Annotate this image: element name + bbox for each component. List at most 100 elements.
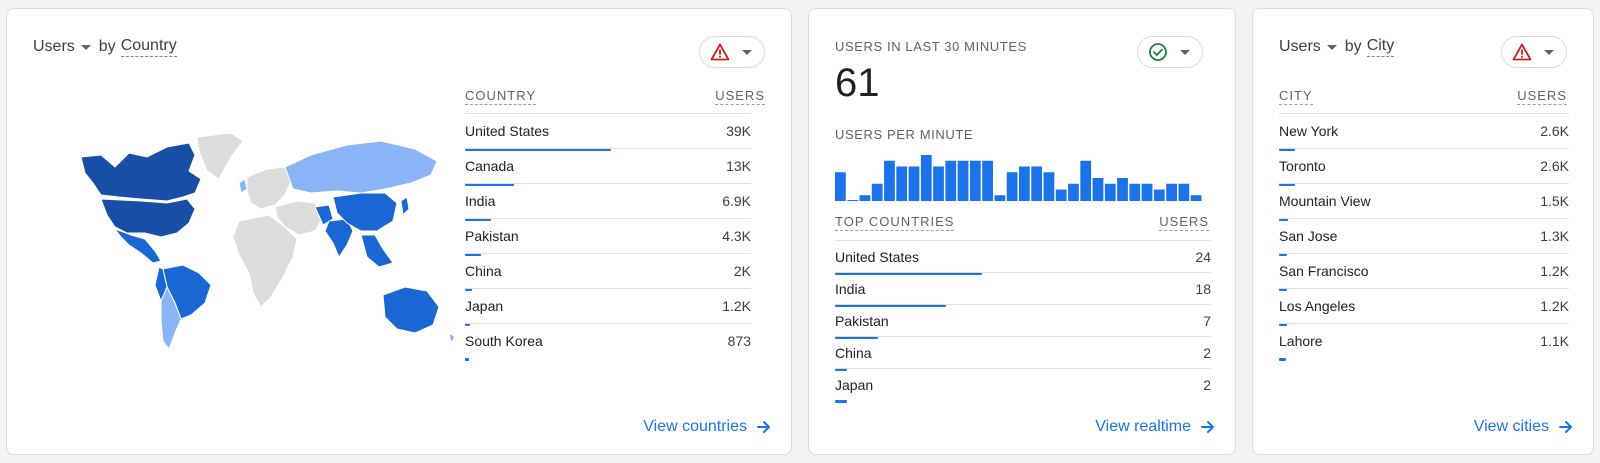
users-by-country-card: Users by Country COUNTRY USERS United St…: [6, 8, 792, 455]
minute-bar[interactable]: [1141, 183, 1153, 201]
column-header-users[interactable]: USERS: [1159, 214, 1209, 231]
column-header-city[interactable]: CITY: [1279, 88, 1313, 105]
caret-down-icon: [80, 44, 91, 50]
minute-bar[interactable]: [1129, 183, 1141, 201]
column-header-top-countries[interactable]: TOP COUNTRIES: [835, 214, 955, 231]
minute-bar[interactable]: [1055, 189, 1067, 202]
row-value: 1.2K: [1540, 263, 1569, 279]
realtime-total: 61: [835, 61, 880, 105]
minute-bar[interactable]: [1092, 178, 1104, 201]
row-label: South Korea: [465, 333, 543, 349]
minute-bar[interactable]: [1104, 183, 1116, 201]
view-cities-link[interactable]: View cities: [1474, 418, 1575, 436]
minute-bar[interactable]: [896, 166, 908, 202]
table-row[interactable]: India 18: [835, 272, 1211, 307]
row-label: United States: [835, 249, 920, 265]
row-label: Toronto: [1279, 158, 1326, 174]
data-quality-status-button[interactable]: [1137, 36, 1203, 68]
row-value: 1.3K: [1540, 228, 1569, 244]
table-row[interactable]: Los Angeles 1.2K: [1279, 288, 1569, 326]
view-countries-link[interactable]: View countries: [643, 418, 773, 436]
row-value: 2.6K: [1540, 123, 1569, 139]
row-label: Japan: [465, 298, 504, 314]
table-row[interactable]: Canada 13K: [465, 148, 751, 186]
minute-bar[interactable]: [933, 166, 944, 202]
card-title: Users by Country: [33, 37, 177, 57]
minute-bar[interactable]: [1031, 166, 1043, 202]
minute-bar[interactable]: [847, 200, 859, 201]
realtime-users-card: USERS IN LAST 30 MINUTES 61 USERS PER MI…: [808, 8, 1236, 455]
table-row[interactable]: San Jose 1.3K: [1279, 218, 1569, 256]
row-label: India: [465, 193, 496, 209]
minute-bar[interactable]: [945, 160, 957, 201]
minute-bar[interactable]: [1117, 178, 1128, 201]
metric-selector[interactable]: Users: [33, 38, 99, 56]
minute-bar[interactable]: [1068, 183, 1079, 201]
row-label: China: [835, 345, 872, 361]
dimension-selector[interactable]: Country: [120, 37, 177, 57]
row-share-bar: [835, 400, 847, 403]
table-row[interactable]: South Korea 873: [465, 323, 751, 361]
table-row[interactable]: New York 2.6K: [1279, 113, 1569, 151]
data-quality-status-button[interactable]: [699, 36, 765, 68]
users-by-city-card: Users by City CITY USERS New York 2.6K Tor…: [1252, 8, 1594, 455]
table-row[interactable]: Lahore 1.1K: [1279, 323, 1569, 361]
row-value: 1.2K: [722, 298, 751, 314]
row-value: 2K: [733, 263, 751, 279]
row-value: 6.9K: [722, 193, 751, 209]
table-row[interactable]: Pakistan 7: [835, 304, 1211, 339]
minute-bar[interactable]: [957, 160, 969, 201]
view-countries-label: View countries: [643, 418, 747, 435]
table-row[interactable]: Pakistan 4.3K: [465, 218, 751, 256]
map-region-europe: [246, 166, 292, 210]
table-row[interactable]: China 2K: [465, 253, 751, 291]
metric-selector[interactable]: Users: [1279, 38, 1345, 56]
chevron-down-icon: [742, 49, 752, 55]
by-label: by: [98, 38, 116, 55]
table-row[interactable]: Japan 2: [835, 368, 1211, 403]
metric-label: Users: [1279, 38, 1321, 55]
minute-bar[interactable]: [884, 160, 895, 201]
row-value: 873: [727, 333, 751, 349]
minute-bar[interactable]: [835, 172, 846, 201]
column-header-users[interactable]: USERS: [1517, 88, 1567, 105]
minute-bar[interactable]: [982, 160, 993, 201]
minute-bar[interactable]: [1006, 172, 1018, 201]
view-realtime-link[interactable]: View realtime: [1095, 418, 1217, 436]
minute-bar[interactable]: [908, 166, 920, 202]
dimension-selector[interactable]: City: [1366, 37, 1395, 57]
column-header-users[interactable]: USERS: [715, 88, 765, 105]
minute-bar[interactable]: [859, 195, 871, 201]
minute-bar[interactable]: [969, 160, 981, 201]
row-value: 13K: [726, 158, 751, 174]
minute-bar[interactable]: [1153, 189, 1165, 202]
minute-bar[interactable]: [920, 155, 932, 201]
row-label: Los Angeles: [1279, 298, 1356, 314]
check-circle-icon: [1149, 43, 1167, 61]
row-label: India: [835, 281, 866, 297]
minute-bar[interactable]: [1178, 183, 1190, 201]
table-row[interactable]: Japan 1.2K: [465, 288, 751, 326]
table-row[interactable]: United States 39K: [465, 113, 751, 151]
map-region-new-zealand: [448, 331, 456, 345]
world-map[interactable]: [71, 127, 461, 357]
users-per-minute-chart[interactable]: [835, 153, 1203, 201]
minute-bar[interactable]: [871, 183, 883, 201]
minute-bar[interactable]: [1043, 172, 1055, 201]
minute-bar[interactable]: [1019, 166, 1030, 202]
minute-bar[interactable]: [1190, 195, 1202, 201]
table-row[interactable]: China 2: [835, 336, 1211, 371]
minute-bar[interactable]: [1080, 160, 1092, 201]
table-row[interactable]: India 6.9K: [465, 183, 751, 221]
row-label: Canada: [465, 158, 515, 174]
chevron-down-icon: [1180, 49, 1190, 55]
table-row[interactable]: Toronto 2.6K: [1279, 148, 1569, 186]
table-row[interactable]: Mountain View 1.5K: [1279, 183, 1569, 221]
data-quality-status-button[interactable]: [1501, 36, 1567, 68]
minute-bar[interactable]: [994, 195, 1006, 201]
column-header-country[interactable]: COUNTRY: [465, 88, 537, 105]
table-row[interactable]: San Francisco 1.2K: [1279, 253, 1569, 291]
minute-bar[interactable]: [1166, 183, 1177, 201]
row-value: 1.1K: [1540, 333, 1569, 349]
table-row[interactable]: United States 24: [835, 240, 1211, 275]
